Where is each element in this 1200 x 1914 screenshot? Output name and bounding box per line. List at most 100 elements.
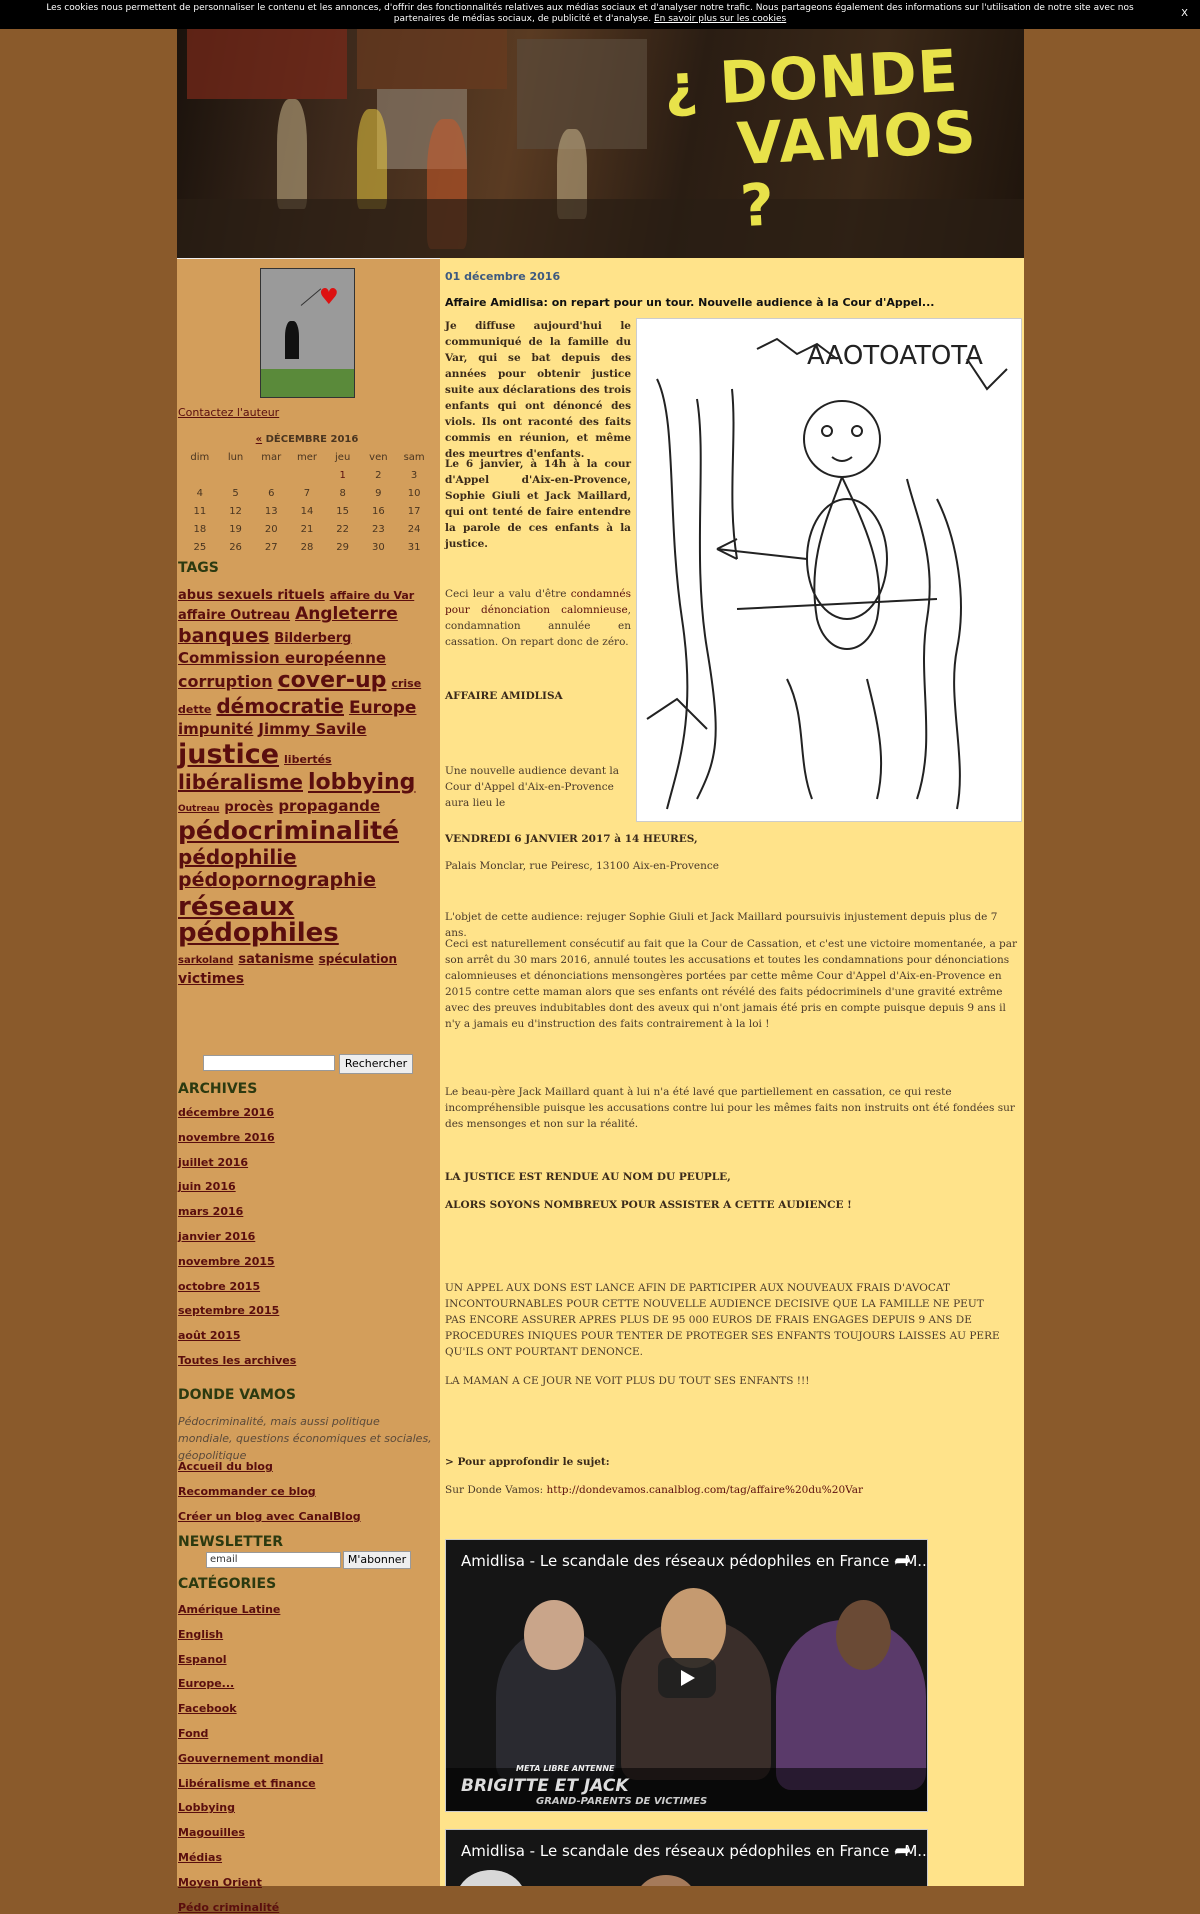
archive-link[interactable]: Toutes les archives	[178, 1354, 296, 1367]
archive-link[interactable]: novembre 2016	[178, 1131, 275, 1144]
calendar-month: DÉCEMBRE 2016	[265, 434, 359, 445]
share-icon-2[interactable]: ➦	[894, 1838, 911, 1862]
tag-link[interactable]: corruption	[178, 674, 273, 690]
calendar-day: 5	[232, 487, 239, 499]
blog-banner[interactable]: ¿ DONDE VAMOS ?	[177, 29, 1024, 259]
category-link[interactable]: Gouvernement mondial	[178, 1752, 323, 1765]
post-paragraph-new-hearing: Une nouvelle audience devant la Cour d'A…	[445, 765, 619, 809]
video-2-title[interactable]: Amidlisa - Le scandale des réseaux pédop…	[461, 1842, 927, 1860]
tag-link[interactable]: lobbying	[308, 772, 415, 794]
calendar-day: 1	[325, 466, 361, 484]
tag-link[interactable]: Angleterre	[295, 606, 398, 623]
calendar-day-header: lun	[227, 451, 244, 463]
search-button[interactable]: Rechercher	[339, 1054, 413, 1074]
calendar-day: 30	[372, 541, 385, 553]
archive-link[interactable]: août 2015	[178, 1329, 241, 1342]
blog-link[interactable]: Accueil du blog	[178, 1460, 273, 1473]
tag-link[interactable]: libertés	[284, 754, 332, 765]
calendar-day: 4	[196, 487, 204, 499]
post-content: 01 décembre 2016 Affaire Amidlisa: on re…	[440, 258, 1024, 1886]
hearing-date: VENDREDI 6 JANVIER 2017 à 14 HEURES,	[445, 833, 698, 845]
tag-link[interactable]: Outreau	[178, 805, 219, 814]
tag-link[interactable]: crise	[391, 678, 421, 689]
tag-link[interactable]: sarkoland	[178, 956, 233, 966]
archive-link[interactable]: septembre 2015	[178, 1304, 279, 1317]
archive-link[interactable]: juin 2016	[178, 1180, 236, 1193]
calendar-day: 22	[336, 523, 350, 535]
tag-link[interactable]: banques	[178, 627, 269, 646]
calendar-day: 10	[407, 487, 421, 499]
video-title[interactable]: Amidlisa - Le scandale des réseaux pédop…	[461, 1552, 927, 1570]
category-link[interactable]: Moyen Orient	[178, 1876, 262, 1889]
archive-link[interactable]: janvier 2016	[178, 1230, 255, 1243]
tag-link[interactable]: Commission européenne	[178, 651, 386, 666]
tag-link[interactable]: réseaux pédophiles	[178, 894, 433, 946]
blog-link[interactable]: Créer un blog avec CanalBlog	[178, 1510, 361, 1523]
tag-link[interactable]: victimes	[178, 972, 244, 986]
post-paragraph-cassation: Ceci est naturellement consécutif au fai…	[445, 938, 1018, 1030]
category-link[interactable]: Médias	[178, 1851, 222, 1864]
hearing-address: Palais Monclar, rue Peiresc, 13100 Aix-e…	[445, 860, 720, 872]
tag-link[interactable]: procès	[224, 801, 273, 814]
video-embed[interactable]: META LIBRE ANTENNE Amidlisa - Le scandal…	[445, 1539, 928, 1812]
tag-link[interactable]: abus sexuels rituels	[178, 589, 325, 602]
tag-link[interactable]: Europe	[349, 700, 416, 717]
tag-link[interactable]: cover-up	[278, 670, 387, 692]
category-link[interactable]: Magouilles	[178, 1826, 245, 1839]
category-link[interactable]: Libéralisme et finance	[178, 1777, 316, 1790]
category-link[interactable]: English	[178, 1628, 223, 1641]
archive-link[interactable]: octobre 2015	[178, 1280, 260, 1293]
tag-link[interactable]: pédocriminalité	[178, 818, 399, 843]
tag-link[interactable]: dette	[178, 704, 211, 715]
category-link[interactable]: Lobbying	[178, 1801, 235, 1814]
archive-link[interactable]: juillet 2016	[178, 1156, 248, 1169]
search-input[interactable]	[203, 1055, 335, 1071]
tag-link[interactable]: libéralisme	[178, 772, 303, 792]
tag-link[interactable]: affaire du Var	[330, 590, 415, 601]
calendar-day: 13	[264, 505, 278, 517]
archive-link[interactable]: mars 2016	[178, 1205, 243, 1218]
cookie-more-link[interactable]: En savoir plus sur les cookies	[654, 14, 786, 24]
affaire-heading: AFFAIRE AMIDLISA	[445, 690, 563, 702]
category-link[interactable]: Europe...	[178, 1677, 234, 1690]
tag-link[interactable]: justice	[178, 741, 279, 768]
tag-link[interactable]: impunité	[178, 722, 253, 737]
category-link[interactable]: Espanol	[178, 1653, 227, 1666]
tag-link[interactable]: spéculation	[319, 953, 397, 965]
tag-link[interactable]: Bilderberg	[274, 632, 351, 645]
tag-link[interactable]: démocratie	[216, 696, 344, 716]
category-link[interactable]: Amérique Latine	[178, 1603, 280, 1616]
archives-title: ARCHIVES	[178, 1081, 258, 1097]
calendar-prev-link[interactable]: «	[256, 434, 262, 445]
tag-link[interactable]: affaire Outreau	[178, 609, 290, 622]
tag-link[interactable]: Jimmy Savile	[258, 722, 366, 737]
tag-link[interactable]: pédophilie	[178, 847, 297, 867]
category-link[interactable]: Fond	[178, 1727, 208, 1740]
tag-link[interactable]: propagande	[278, 799, 380, 814]
video-embed-2[interactable]: Amidlisa - Le scandale des réseaux pédop…	[445, 1829, 928, 1886]
tag-link[interactable]: satanisme	[238, 953, 313, 966]
blog-link[interactable]: Recommander ce blog	[178, 1485, 316, 1498]
category-link[interactable]: Facebook	[178, 1702, 237, 1715]
tag-link[interactable]: pédopornographie	[178, 871, 376, 890]
calendar-day: 25	[193, 541, 207, 553]
archive-link[interactable]: novembre 2015	[178, 1255, 275, 1268]
tag-cloud: abus sexuels rituels affaire du Var affair…	[178, 586, 438, 990]
category-link[interactable]: Pédo criminalité	[178, 1901, 279, 1914]
share-icon[interactable]: ➦	[894, 1548, 911, 1572]
calendar-day: 18	[193, 523, 207, 535]
play-icon[interactable]	[658, 1658, 716, 1698]
calendar-day-link[interactable]: 1	[339, 470, 345, 481]
calendar-day-header: sam	[403, 451, 425, 463]
contact-author-link[interactable]: Contactez l'auteur	[178, 406, 279, 419]
post-paragraph-intro: Je diffuse aujourd'hui le communiqué de …	[445, 320, 631, 460]
mother-statement: LA MAMAN A CE JOUR NE VOIT PLUS DU TOUT …	[445, 1375, 810, 1387]
calendar-day: 3	[410, 469, 418, 481]
newsletter-email-input[interactable]: email	[206, 1552, 341, 1568]
tag-affaire-var-link[interactable]: http://dondevamos.canalblog.com/tag/affa…	[547, 1484, 864, 1496]
calendar-day: 8	[339, 487, 346, 499]
close-icon[interactable]: X	[1181, 8, 1188, 19]
newsletter-subscribe-button[interactable]: M'abonner	[343, 1551, 411, 1569]
calendar-day-header: jeu	[335, 451, 351, 463]
archive-link[interactable]: décembre 2016	[178, 1106, 274, 1119]
